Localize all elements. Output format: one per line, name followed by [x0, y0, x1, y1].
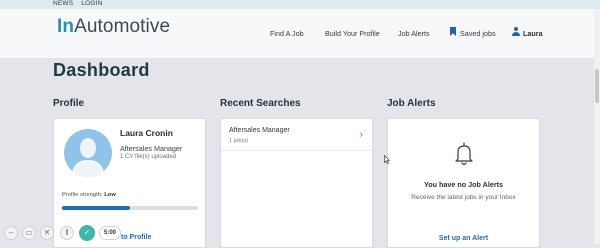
- nav-build-profile[interactable]: Build Your Profile: [325, 29, 380, 38]
- minimize-icon[interactable]: –: [4, 226, 18, 240]
- profile-heading: Profile: [53, 98, 85, 109]
- logo[interactable]: InAutomotive: [57, 16, 170, 38]
- recent-search-item[interactable]: Aftersales Manager 1 job(s) ›: [221, 119, 372, 151]
- profile-strength: Profile strength: Low: [62, 192, 116, 198]
- profile-card: Laura Cronin Aftersales Manager 1 CV fil…: [53, 118, 206, 248]
- nav-job-alerts[interactable]: Job Alerts: [398, 29, 430, 38]
- recent-search-title: Aftersales Manager: [229, 127, 290, 134]
- logo-in: In: [57, 16, 75, 37]
- recording-timer: 5:00: [99, 226, 121, 240]
- page-scrollbar[interactable]: [594, 9, 600, 244]
- profile-cv-count: 1 CV file(s) uploaded: [120, 154, 177, 160]
- recent-searches-heading: Recent Searches: [220, 98, 301, 109]
- logo-rest: Automotive: [74, 16, 171, 37]
- page-title: Dashboard: [53, 60, 150, 80]
- login-link[interactable]: LOGIN: [81, 0, 102, 7]
- check-icon[interactable]: ✓: [79, 225, 95, 241]
- avatar: [64, 129, 112, 177]
- nav-saved-jobs[interactable]: Saved jobs: [460, 29, 496, 38]
- profile-job-title: Aftersales Manager: [120, 144, 183, 153]
- profile-name: Laura Cronin: [120, 128, 173, 138]
- chevron-right-icon: ›: [359, 129, 363, 140]
- screen-icon[interactable]: ▭: [22, 226, 36, 240]
- pause-icon[interactable]: ‖: [60, 226, 74, 240]
- mouse-cursor-icon: [384, 155, 390, 164]
- site-header: InAutomotive Find A Job Build Your Profi…: [0, 9, 600, 59]
- nav-find-job[interactable]: Find A Job: [270, 29, 304, 38]
- profile-strength-label: Profile strength:: [62, 192, 103, 198]
- top-utility-bar: NEWS LOGIN: [0, 0, 600, 9]
- nav-user[interactable]: Laura: [523, 29, 543, 38]
- job-alerts-heading: Job Alerts: [387, 98, 436, 109]
- go-to-profile-link[interactable]: to Profile: [121, 234, 151, 241]
- close-icon[interactable]: ✕: [40, 226, 54, 240]
- no-alerts-subtitle: Receive the latest jobs in your Inbox: [411, 194, 516, 201]
- bookmark-icon: [450, 27, 456, 36]
- bell-icon: [455, 142, 473, 166]
- user-icon: [512, 27, 520, 36]
- profile-strength-value: Low: [104, 192, 116, 198]
- no-alerts-title: You have no Job Alerts: [423, 180, 504, 189]
- top-links: NEWS LOGIN: [53, 0, 109, 8]
- recent-search-count: 1 job(s): [229, 138, 249, 144]
- set-up-alert-link[interactable]: Set up an Alert: [388, 235, 539, 242]
- profile-strength-bar: [62, 206, 198, 210]
- profile-strength-fill: [62, 206, 130, 210]
- news-link[interactable]: NEWS: [53, 0, 73, 7]
- recent-searches-card: Aftersales Manager 1 job(s) ›: [220, 118, 373, 248]
- scrollbar-thumb[interactable]: [595, 69, 599, 103]
- job-alerts-card: You have no Job Alerts Receive the lates…: [387, 118, 540, 248]
